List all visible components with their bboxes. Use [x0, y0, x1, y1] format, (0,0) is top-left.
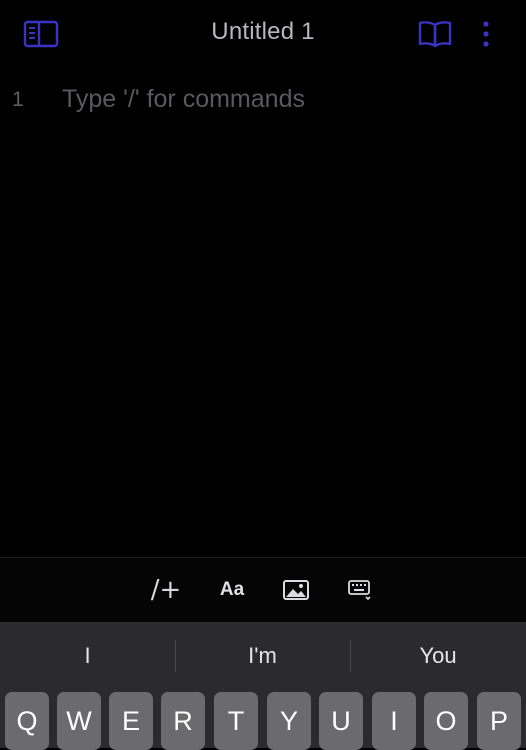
key-r[interactable]: R	[161, 692, 205, 750]
dismiss-keyboard-button[interactable]	[340, 574, 380, 606]
line-number: 1	[12, 88, 24, 111]
key-i[interactable]: I	[372, 692, 416, 750]
text-style-label: Aa	[219, 579, 245, 600]
key-p[interactable]: P	[477, 692, 521, 750]
onscreen-keyboard: I I'm You Q W E R T Y U I O P	[0, 622, 526, 750]
suggestion-bar: I I'm You	[0, 622, 526, 690]
insert-image-button[interactable]	[276, 574, 316, 606]
key-e[interactable]: E	[109, 692, 153, 750]
suggestion-item[interactable]: You	[350, 622, 526, 690]
editor-placeholder[interactable]: Type '/' for commands	[62, 85, 305, 114]
suggestion-item[interactable]: I	[0, 622, 175, 690]
more-vertical-icon	[483, 21, 489, 47]
key-w[interactable]: W	[57, 692, 101, 750]
text-style-button[interactable]: Aa	[212, 574, 252, 606]
keyboard-dismiss-icon	[348, 580, 371, 601]
suggestion-item[interactable]: I'm	[175, 622, 350, 690]
editor-area[interactable]: 1 Type '/' for commands	[0, 70, 526, 556]
key-t[interactable]: T	[214, 692, 258, 750]
image-icon	[283, 580, 309, 600]
slash-command-label: /+	[150, 575, 182, 605]
key-q[interactable]: Q	[5, 692, 49, 750]
key-o[interactable]: O	[424, 692, 468, 750]
format-toolbar: /+ Aa	[0, 557, 526, 623]
book-reader-icon	[418, 21, 452, 48]
key-row-top: Q W E R T Y U I O P	[0, 692, 526, 750]
key-u[interactable]: U	[319, 692, 363, 750]
reader-mode-button[interactable]	[414, 16, 456, 52]
slash-command-button[interactable]: /+	[146, 574, 186, 606]
top-bar: Untitled 1	[0, 0, 526, 70]
more-options-button[interactable]	[470, 16, 502, 52]
key-y[interactable]: Y	[267, 692, 311, 750]
